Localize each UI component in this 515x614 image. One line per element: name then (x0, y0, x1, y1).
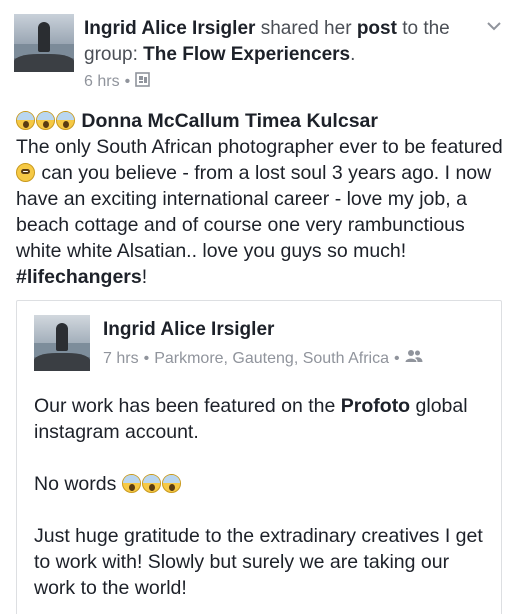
post-header: Ingrid Alice Irsigler shared her post to… (14, 14, 504, 94)
face-screaming-emoji-icon (56, 111, 75, 130)
post-link[interactable]: post (357, 18, 397, 39)
face-screaming-emoji-icon (141, 474, 161, 493)
post-text-end: ! (141, 266, 148, 288)
group-name-link[interactable]: The Flow Experiencers (143, 44, 350, 65)
shared-para2-text: No words (34, 473, 117, 495)
meta-separator: • (143, 349, 150, 367)
shared-paragraph-3: Just huge gratitude to the extradinary c… (34, 525, 483, 599)
hashtag-link[interactable]: #lifechangers (16, 266, 142, 288)
chevron-down-icon[interactable] (484, 16, 504, 36)
avatar-rock (14, 54, 74, 72)
author-avatar[interactable] (14, 14, 74, 72)
shared-author-avatar[interactable] (34, 315, 90, 371)
face-screaming-emoji-icon (161, 474, 181, 493)
shared-timestamp[interactable]: 7 hrs (103, 350, 139, 368)
shared-post-meta: 7 hrs • Parkmore, Gauteng, South Africa … (103, 349, 423, 368)
meta-separator: • (124, 73, 131, 90)
meta-separator: • (393, 349, 400, 367)
author-name-link[interactable]: Ingrid Alice Irsigler (84, 18, 255, 39)
shared-post-text: Our work has been featured on the Profot… (34, 393, 484, 614)
shared-para1-brand: Profoto (340, 395, 411, 417)
post-headline: Ingrid Alice Irsigler shared her post to… (84, 16, 469, 68)
shared-author-name[interactable]: Ingrid Alice Irsigler (103, 319, 274, 341)
group-privacy-icon[interactable] (135, 72, 150, 92)
avatar-figure (56, 323, 68, 351)
avatar-rock (34, 353, 90, 371)
tagged-people-links[interactable]: Donna McCallum Timea Kulcsar (81, 110, 378, 132)
post-text-part1: The only South African photographer ever… (16, 136, 503, 158)
post-meta: 6 hrs • (84, 72, 150, 92)
shared-paragraph-1: Our work has been featured on the Profot… (34, 393, 484, 445)
shared-her-text: shared her (260, 18, 352, 39)
shared-post-card[interactable]: Ingrid Alice Irsigler 7 hrs • Parkmore, … (16, 300, 502, 614)
post-text-part2: can you believe - from a lost soul 3 yea… (16, 162, 492, 262)
post-body: Donna McCallum Timea Kulcsar The only So… (16, 108, 506, 290)
face-screaming-emoji-icon (36, 111, 55, 130)
avatar-figure (38, 22, 50, 52)
mention-line: Donna McCallum Timea Kulcsar (16, 108, 506, 134)
shared-paragraph-2: No words (34, 471, 484, 497)
flushed-face-emoji-icon (16, 163, 35, 182)
friends-icon[interactable] (405, 349, 423, 368)
shared-para1-start: Our work has been featured on the (34, 395, 336, 417)
face-screaming-emoji-icon (121, 474, 141, 493)
headline-period: . (350, 44, 356, 65)
location-link[interactable]: Parkmore, Gauteng, South Africa (154, 350, 389, 368)
face-screaming-emoji-icon (16, 111, 35, 130)
post-timestamp[interactable]: 6 hrs (84, 73, 120, 91)
